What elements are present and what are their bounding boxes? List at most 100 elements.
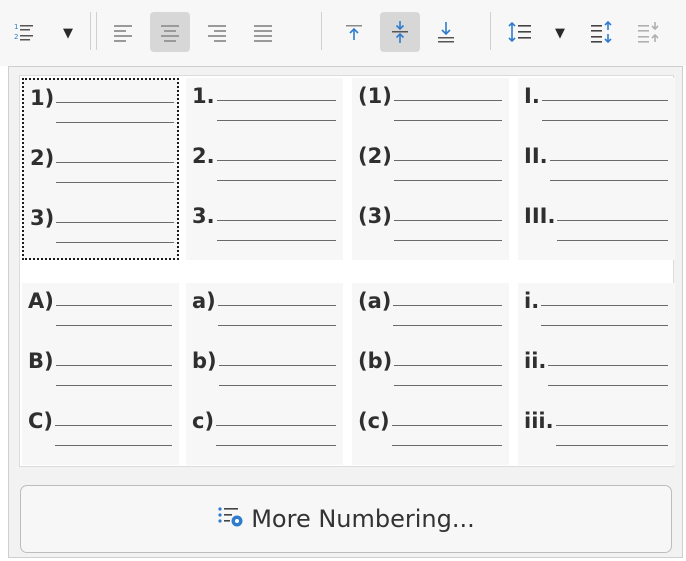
preset-line: (2) bbox=[352, 138, 509, 194]
preset-number-label: 2) bbox=[30, 146, 55, 170]
preset-text-line bbox=[55, 445, 172, 446]
numbering-preset-7[interactable]: (a) (b) (c) bbox=[352, 283, 509, 465]
preset-line: C) bbox=[22, 403, 179, 459]
toolbar-separator bbox=[490, 12, 491, 50]
preset-line: b) bbox=[186, 343, 343, 399]
preset-number-label: 2. bbox=[192, 144, 215, 168]
preset-text-line bbox=[548, 365, 668, 366]
preset-text-line bbox=[56, 182, 174, 183]
preset-line: 1) bbox=[24, 80, 181, 136]
numbering-popup: 1) 2) 3) 1. 2. 3. (1) (2) (3) I. II. III. A) B) C) a) b)… bbox=[8, 66, 683, 558]
preset-number-label: (3) bbox=[358, 204, 392, 228]
preset-line: (c) bbox=[352, 403, 509, 459]
preset-number-label: 1. bbox=[192, 84, 215, 108]
preset-number-label: 3) bbox=[30, 206, 55, 230]
preset-text-line bbox=[548, 385, 668, 386]
align-top-button[interactable] bbox=[335, 12, 373, 52]
preset-number-label: A) bbox=[28, 289, 54, 313]
preset-number-label: I. bbox=[524, 84, 540, 108]
preset-line: a) bbox=[186, 283, 343, 339]
preset-line: 3. bbox=[186, 198, 343, 254]
preset-text-line bbox=[216, 425, 336, 426]
align-bottom-button[interactable] bbox=[427, 12, 465, 52]
preset-text-line bbox=[393, 325, 502, 326]
preset-line: iii. bbox=[518, 403, 675, 459]
center-vertically-button[interactable] bbox=[380, 12, 420, 52]
preset-line: ii. bbox=[518, 343, 675, 399]
toolbar-separator bbox=[96, 12, 97, 50]
preset-line: 2. bbox=[186, 138, 343, 194]
decrease-paragraph-spacing-icon bbox=[636, 20, 662, 44]
align-center-button[interactable] bbox=[150, 12, 190, 52]
preset-line: c) bbox=[186, 403, 343, 459]
numbering-preset-8[interactable]: i. ii. iii. bbox=[518, 283, 675, 465]
align-top-icon bbox=[343, 21, 365, 43]
preset-number-label: (b) bbox=[358, 349, 393, 373]
preset-text-line bbox=[218, 365, 336, 366]
preset-text-line bbox=[216, 160, 336, 161]
preset-text-line bbox=[394, 365, 502, 366]
numbering-preset-3[interactable]: (1) (2) (3) bbox=[352, 78, 509, 260]
align-left-icon bbox=[112, 22, 134, 42]
preset-text-line bbox=[391, 445, 502, 446]
numbering-preset-1[interactable]: 1) 2) 3) bbox=[22, 78, 179, 260]
formatting-toolbar: 1 2 ▼ ▼ bbox=[0, 0, 686, 66]
preset-number-label: III. bbox=[524, 204, 556, 228]
preset-text-line bbox=[541, 325, 668, 326]
more-numbering-label: More Numbering... bbox=[251, 505, 475, 533]
line-spacing-button[interactable] bbox=[500, 12, 540, 52]
preset-number-label: (2) bbox=[358, 144, 392, 168]
preset-text-line bbox=[393, 180, 502, 181]
preset-text-line bbox=[555, 425, 668, 426]
preset-text-line bbox=[557, 240, 668, 241]
numbering-preset-6[interactable]: a) b) c) bbox=[186, 283, 343, 465]
preset-line: III. bbox=[518, 198, 675, 254]
svg-text:1: 1 bbox=[14, 23, 18, 31]
increase-paragraph-spacing-button[interactable] bbox=[583, 12, 621, 52]
preset-number-label: c) bbox=[192, 409, 215, 433]
preset-number-label: (a) bbox=[358, 289, 392, 313]
justify-icon bbox=[252, 22, 274, 42]
preset-text-line bbox=[541, 120, 668, 121]
numbering-preset-grid: 1) 2) 3) 1. 2. 3. (1) (2) (3) I. II. III. A) B) C) a) b)… bbox=[19, 75, 675, 467]
preset-text-line bbox=[549, 180, 668, 181]
align-center-icon bbox=[159, 22, 181, 42]
preset-text-line bbox=[56, 242, 174, 243]
align-bottom-icon bbox=[435, 20, 457, 44]
decrease-paragraph-spacing-button[interactable] bbox=[630, 12, 668, 52]
numbering-toggle-button[interactable]: 1 2 bbox=[6, 12, 42, 52]
numbering-dropdown-arrow[interactable]: ▼ bbox=[63, 27, 73, 40]
preset-text-line bbox=[218, 385, 336, 386]
align-right-button[interactable] bbox=[198, 12, 236, 52]
preset-text-line bbox=[55, 425, 172, 426]
justify-button[interactable] bbox=[244, 12, 282, 52]
line-spacing-dropdown-arrow[interactable]: ▼ bbox=[555, 27, 565, 40]
preset-number-label: (1) bbox=[358, 84, 392, 108]
preset-number-label: ii. bbox=[524, 349, 547, 373]
align-left-button[interactable] bbox=[104, 12, 142, 52]
toolbar-separator bbox=[90, 12, 91, 50]
preset-text-line bbox=[56, 122, 174, 123]
svg-text:2: 2 bbox=[14, 33, 18, 41]
preset-number-label: (c) bbox=[358, 409, 390, 433]
preset-text-line bbox=[55, 365, 172, 366]
preset-line: 2) bbox=[24, 140, 181, 196]
more-numbering-button[interactable]: More Numbering... bbox=[20, 485, 672, 553]
numbering-preset-2[interactable]: 1. 2. 3. bbox=[186, 78, 343, 260]
preset-text-line bbox=[541, 100, 668, 101]
preset-text-line bbox=[393, 120, 502, 121]
preset-text-line bbox=[394, 385, 502, 386]
preset-line: (1) bbox=[352, 78, 509, 134]
preset-number-label: b) bbox=[192, 349, 217, 373]
align-right-icon bbox=[206, 22, 228, 42]
preset-text-line bbox=[216, 445, 336, 446]
preset-line: (a) bbox=[352, 283, 509, 339]
preset-number-label: a) bbox=[192, 289, 216, 313]
preset-number-label: 1) bbox=[30, 86, 55, 110]
preset-text-line bbox=[549, 160, 668, 161]
numbering-preset-5[interactable]: A) B) C) bbox=[22, 283, 179, 465]
preset-text-line bbox=[55, 325, 172, 326]
preset-line: A) bbox=[22, 283, 179, 339]
preset-line: B) bbox=[22, 343, 179, 399]
numbering-preset-4[interactable]: I. II. III. bbox=[518, 78, 675, 260]
